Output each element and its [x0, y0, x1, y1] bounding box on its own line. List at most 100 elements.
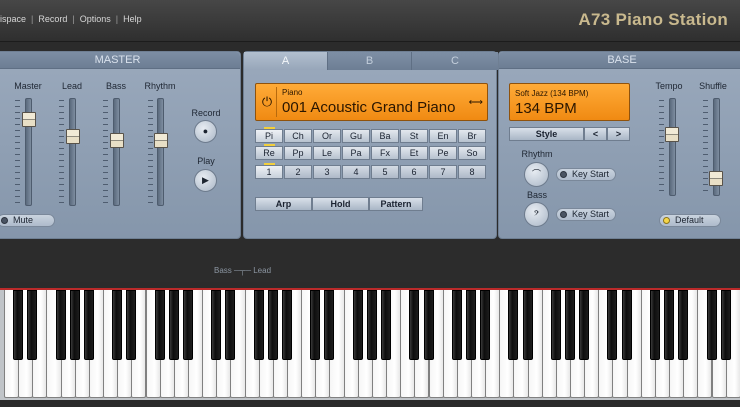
black-key[interactable] [267, 290, 278, 360]
category-button-so[interactable]: So [458, 146, 486, 160]
black-key[interactable] [83, 290, 94, 360]
keyboard-header [0, 240, 740, 282]
black-key[interactable] [112, 290, 123, 360]
black-key[interactable] [366, 290, 377, 360]
black-key[interactable] [522, 290, 533, 360]
category-button-pe[interactable]: Pe [429, 146, 457, 160]
black-key[interactable] [423, 290, 434, 360]
category-button-st[interactable]: St [400, 129, 428, 143]
tab-c[interactable]: C [412, 52, 498, 70]
mute-toggle[interactable]: Mute [0, 214, 55, 227]
tab-a[interactable]: A [244, 52, 328, 70]
black-key[interactable] [508, 290, 519, 360]
category-button-ba[interactable]: Ba [371, 129, 399, 143]
shuffle-slider[interactable] [709, 171, 723, 187]
menu-item-options[interactable]: Options [80, 14, 111, 24]
preset-number-1[interactable]: 1 [255, 163, 283, 179]
menu-item-workspace[interactable]: ispace [0, 14, 26, 24]
rhythm-key-start-toggle[interactable]: Key Start [556, 168, 616, 181]
black-key[interactable] [154, 290, 165, 360]
black-key[interactable] [381, 290, 392, 360]
rhythm-icon[interactable]: ⌒ [524, 162, 549, 187]
category-button-or[interactable]: Or [313, 129, 341, 143]
category-button-fx[interactable]: Fx [371, 146, 399, 160]
fader-lead[interactable] [66, 128, 80, 144]
black-key[interactable] [352, 290, 363, 360]
power-icon[interactable]: ⏻ [258, 87, 277, 117]
black-key[interactable] [310, 290, 321, 360]
black-key[interactable] [621, 290, 632, 360]
black-key[interactable] [607, 290, 618, 360]
black-key[interactable] [253, 290, 264, 360]
black-key[interactable] [126, 290, 137, 360]
black-key[interactable] [13, 290, 24, 360]
bass-clef-icon[interactable]: 𝄢 [524, 202, 549, 227]
black-key[interactable] [324, 290, 335, 360]
expand-icon[interactable]: ⟷ [469, 97, 483, 108]
tempo-slider[interactable] [665, 127, 679, 143]
arp-button[interactable]: Arp [255, 197, 312, 211]
fader-master[interactable] [22, 111, 36, 127]
play-button[interactable]: ▶ [194, 169, 217, 192]
black-key[interactable] [720, 290, 731, 360]
black-key[interactable] [480, 290, 491, 360]
base-panel: BASE Soft Jazz (134 BPM) 134 BPM Style <… [498, 51, 740, 239]
preset-number-2[interactable]: 2 [284, 165, 312, 179]
selected-marker [264, 127, 275, 129]
pattern-button[interactable]: Pattern [369, 197, 423, 211]
category-button-et[interactable]: Et [400, 146, 428, 160]
black-key[interactable] [182, 290, 193, 360]
black-key[interactable] [27, 290, 38, 360]
fader-bass[interactable] [110, 133, 124, 149]
bass-key-start-toggle[interactable]: Key Start [556, 208, 616, 221]
category-button-en[interactable]: En [429, 129, 457, 143]
black-key[interactable] [168, 290, 179, 360]
category-button-br[interactable]: Br [458, 129, 486, 143]
style-button[interactable]: Style [509, 127, 584, 141]
black-key[interactable] [649, 290, 660, 360]
category-button-pi[interactable]: Pi [255, 127, 283, 143]
black-key[interactable] [451, 290, 462, 360]
fader-label-lead: Lead [61, 81, 83, 91]
mute-led [1, 217, 8, 224]
black-key[interactable] [706, 290, 717, 360]
category-button-re[interactable]: Re [255, 144, 283, 160]
black-key[interactable] [579, 290, 590, 360]
hold-button[interactable]: Hold [312, 197, 369, 211]
black-key[interactable] [282, 290, 292, 360]
fader-rhythm[interactable] [154, 133, 168, 149]
black-key[interactable] [678, 290, 689, 360]
black-key[interactable] [565, 290, 575, 360]
black-key[interactable] [550, 290, 561, 360]
category-button-le[interactable]: Le [313, 146, 341, 160]
category-button-ch[interactable]: Ch [284, 129, 312, 143]
black-key[interactable] [211, 290, 222, 360]
menu-item-record[interactable]: Record [38, 14, 67, 24]
default-led [663, 217, 670, 224]
category-button-pa[interactable]: Pa [342, 146, 370, 160]
black-key[interactable] [664, 290, 675, 360]
preset-number-7[interactable]: 7 [429, 165, 457, 179]
shuffle-ticks [703, 100, 708, 196]
black-key[interactable] [409, 290, 420, 360]
preset-number-5[interactable]: 5 [371, 165, 399, 179]
preset-number-8[interactable]: 8 [458, 165, 486, 179]
preset-number-3[interactable]: 3 [313, 165, 341, 179]
style-prev-button[interactable]: < [584, 127, 607, 141]
category-button-gu[interactable]: Gu [342, 129, 370, 143]
tab-b[interactable]: B [328, 52, 412, 70]
preset-number-6[interactable]: 6 [400, 165, 428, 179]
preset-number-4[interactable]: 4 [342, 165, 370, 179]
category-button-pp[interactable]: Pp [284, 146, 312, 160]
record-button[interactable]: ● [194, 120, 217, 143]
record-label: Record [191, 108, 221, 118]
default-toggle[interactable]: Default [659, 214, 721, 227]
menu-item-help[interactable]: Help [123, 14, 142, 24]
black-key[interactable] [69, 290, 80, 360]
play-label: Play [197, 156, 215, 166]
black-key[interactable] [225, 290, 236, 360]
black-key[interactable] [55, 290, 66, 360]
bass-key-start-label: Key Start [572, 209, 610, 219]
black-key[interactable] [465, 290, 476, 360]
style-next-button[interactable]: > [607, 127, 630, 141]
